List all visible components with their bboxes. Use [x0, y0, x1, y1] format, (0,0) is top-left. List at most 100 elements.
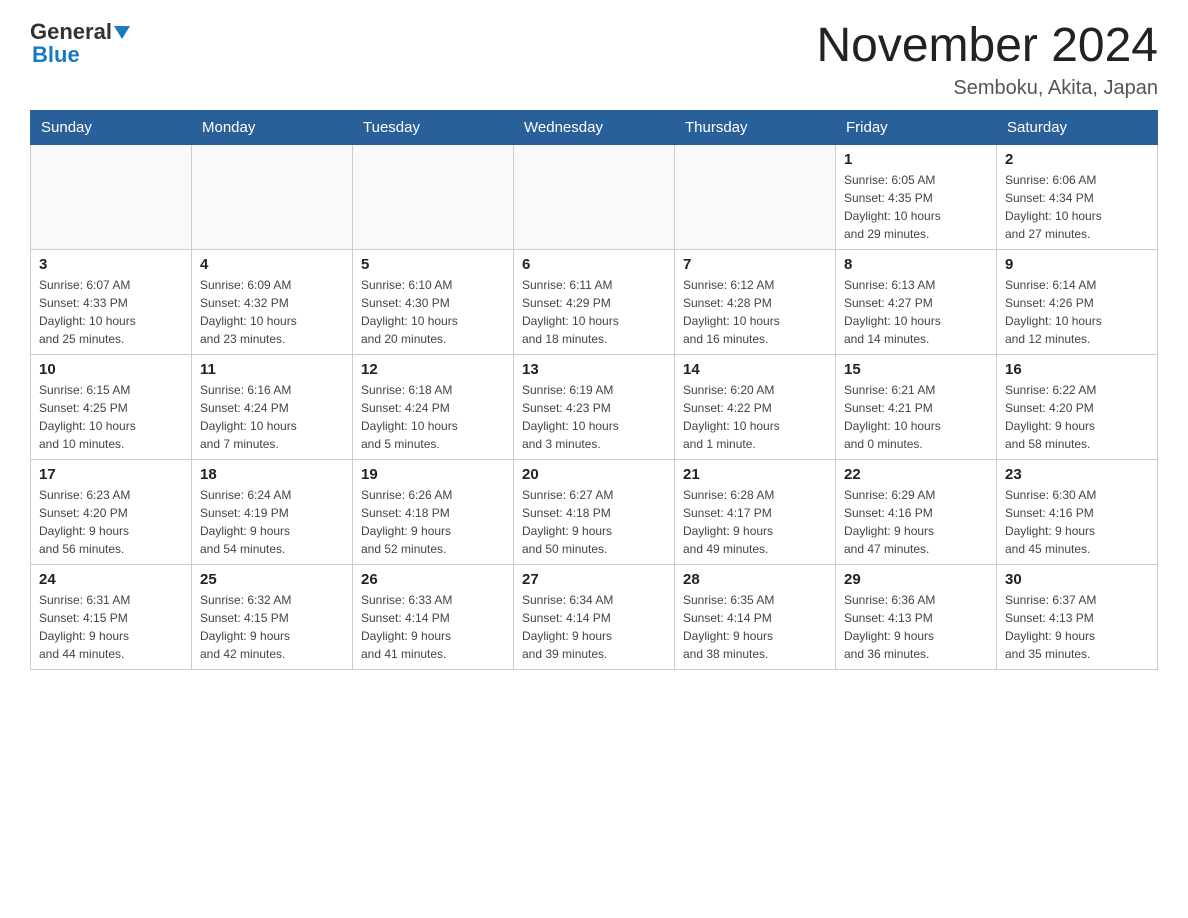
calendar-cell: 19 Sunrise: 6:26 AM Sunset: 4:18 PM Dayli…: [353, 459, 514, 564]
day-number: 20: [522, 466, 666, 483]
day-info: Sunrise: 6:15 AM Sunset: 4:25 PM Dayligh…: [39, 381, 183, 453]
day-header-tuesday: Tuesday: [353, 110, 514, 144]
day-number: 21: [683, 466, 827, 483]
day-number: 12: [361, 361, 505, 378]
calendar-cell: 23Sunrise: 6:30 AM Sunset: 4:16 PM Dayli…: [997, 459, 1158, 564]
calendar-cell: 24Sunrise: 6:31 AM Sunset: 4:15 PM Dayli…: [31, 564, 192, 669]
day-number: 5: [361, 256, 505, 273]
calendar-cell: 25 Sunrise: 6:32 AM Sunset: 4:15 PM Dayli…: [192, 564, 353, 669]
calendar-cell: 2 Sunrise: 6:06 AM Sunset: 4:34 PM Daylig…: [997, 144, 1158, 249]
week-row-5: 24Sunrise: 6:31 AM Sunset: 4:15 PM Dayli…: [31, 564, 1158, 669]
day-info: Sunrise: 6:09 AM Sunset: 4:32 PM Dayligh…: [200, 276, 344, 348]
day-number: 14: [683, 361, 827, 378]
day-number: 28: [683, 571, 827, 588]
calendar-cell: 12Sunrise: 6:18 AM Sunset: 4:24 PM Dayli…: [353, 354, 514, 459]
calendar-cell: 16Sunrise: 6:22 AM Sunset: 4:20 PM Dayli…: [997, 354, 1158, 459]
day-header-monday: Monday: [192, 110, 353, 144]
header: General Blue November 2024 Semboku, Akit…: [30, 20, 1158, 100]
day-header-sunday: Sunday: [31, 110, 192, 144]
day-number: 25: [200, 571, 344, 588]
day-number: 17: [39, 466, 183, 483]
day-info: Sunrise: 6:27 AM Sunset: 4:18 PM Dayligh…: [522, 486, 666, 558]
day-info: Sunrise: 6:16 AM Sunset: 4:24 PM Dayligh…: [200, 381, 344, 453]
logo-text-blue: Blue: [30, 42, 80, 68]
day-info: Sunrise: 6:19 AM Sunset: 4:23 PM Dayligh…: [522, 381, 666, 453]
logo: General Blue: [30, 20, 130, 68]
day-number: 7: [683, 256, 827, 273]
day-info: Sunrise: 6:13 AM Sunset: 4:27 PM Dayligh…: [844, 276, 988, 348]
day-info: Sunrise: 6:20 AM Sunset: 4:22 PM Dayligh…: [683, 381, 827, 453]
day-number: 3: [39, 256, 183, 273]
week-row-1: 1 Sunrise: 6:05 AM Sunset: 4:35 PM Daylig…: [31, 144, 1158, 249]
day-info: Sunrise: 6:28 AM Sunset: 4:17 PM Dayligh…: [683, 486, 827, 558]
day-number: 19: [361, 466, 505, 483]
day-number: 24: [39, 571, 183, 588]
day-number: 2: [1005, 151, 1149, 168]
logo-text-general: General: [30, 20, 112, 44]
calendar-cell: [514, 144, 675, 249]
day-number: 6: [522, 256, 666, 273]
calendar-cell: 20 Sunrise: 6:27 AM Sunset: 4:18 PM Dayli…: [514, 459, 675, 564]
day-header-wednesday: Wednesday: [514, 110, 675, 144]
calendar-header-row: SundayMondayTuesdayWednesdayThursdayFrid…: [31, 110, 1158, 144]
calendar-cell: 10 Sunrise: 6:15 AM Sunset: 4:25 PM Dayli…: [31, 354, 192, 459]
title-area: November 2024 Semboku, Akita, Japan: [816, 20, 1158, 100]
week-row-4: 17 Sunrise: 6:23 AM Sunset: 4:20 PM Dayli…: [31, 459, 1158, 564]
calendar-cell: 5 Sunrise: 6:10 AM Sunset: 4:30 PM Daylig…: [353, 249, 514, 354]
day-number: 29: [844, 571, 988, 588]
calendar-cell: 7 Sunrise: 6:12 AM Sunset: 4:28 PM Daylig…: [675, 249, 836, 354]
calendar-cell: 13Sunrise: 6:19 AM Sunset: 4:23 PM Dayli…: [514, 354, 675, 459]
day-header-friday: Friday: [836, 110, 997, 144]
day-info: Sunrise: 6:10 AM Sunset: 4:30 PM Dayligh…: [361, 276, 505, 348]
day-header-thursday: Thursday: [675, 110, 836, 144]
day-info: Sunrise: 6:21 AM Sunset: 4:21 PM Dayligh…: [844, 381, 988, 453]
calendar-cell: 3 Sunrise: 6:07 AM Sunset: 4:33 PM Daylig…: [31, 249, 192, 354]
calendar-cell: 14 Sunrise: 6:20 AM Sunset: 4:22 PM Dayli…: [675, 354, 836, 459]
calendar-cell: [675, 144, 836, 249]
day-number: 4: [200, 256, 344, 273]
day-number: 8: [844, 256, 988, 273]
week-row-2: 3 Sunrise: 6:07 AM Sunset: 4:33 PM Daylig…: [31, 249, 1158, 354]
calendar-cell: 21 Sunrise: 6:28 AM Sunset: 4:17 PM Dayli…: [675, 459, 836, 564]
calendar-cell: 8 Sunrise: 6:13 AM Sunset: 4:27 PM Daylig…: [836, 249, 997, 354]
day-number: 11: [200, 361, 344, 378]
day-info: Sunrise: 6:07 AM Sunset: 4:33 PM Dayligh…: [39, 276, 183, 348]
day-info: Sunrise: 6:26 AM Sunset: 4:18 PM Dayligh…: [361, 486, 505, 558]
day-number: 27: [522, 571, 666, 588]
day-info: Sunrise: 6:23 AM Sunset: 4:20 PM Dayligh…: [39, 486, 183, 558]
calendar-cell: 26Sunrise: 6:33 AM Sunset: 4:14 PM Dayli…: [353, 564, 514, 669]
calendar-subtitle: Semboku, Akita, Japan: [816, 77, 1158, 100]
calendar-cell: 22 Sunrise: 6:29 AM Sunset: 4:16 PM Dayli…: [836, 459, 997, 564]
logo-triangle-icon: [114, 26, 130, 39]
week-row-3: 10 Sunrise: 6:15 AM Sunset: 4:25 PM Dayli…: [31, 354, 1158, 459]
day-info: Sunrise: 6:14 AM Sunset: 4:26 PM Dayligh…: [1005, 276, 1149, 348]
calendar-cell: 1 Sunrise: 6:05 AM Sunset: 4:35 PM Daylig…: [836, 144, 997, 249]
day-number: 26: [361, 571, 505, 588]
day-number: 15: [844, 361, 988, 378]
day-number: 10: [39, 361, 183, 378]
day-info: Sunrise: 6:35 AM Sunset: 4:14 PM Dayligh…: [683, 591, 827, 663]
day-number: 22: [844, 466, 988, 483]
day-info: Sunrise: 6:06 AM Sunset: 4:34 PM Dayligh…: [1005, 171, 1149, 243]
calendar-cell: 4 Sunrise: 6:09 AM Sunset: 4:32 PM Daylig…: [192, 249, 353, 354]
day-info: Sunrise: 6:24 AM Sunset: 4:19 PM Dayligh…: [200, 486, 344, 558]
calendar-cell: [353, 144, 514, 249]
day-number: 1: [844, 151, 988, 168]
day-info: Sunrise: 6:37 AM Sunset: 4:13 PM Dayligh…: [1005, 591, 1149, 663]
calendar-table: SundayMondayTuesdayWednesdayThursdayFrid…: [30, 110, 1158, 670]
calendar-cell: [31, 144, 192, 249]
day-info: Sunrise: 6:11 AM Sunset: 4:29 PM Dayligh…: [522, 276, 666, 348]
day-header-saturday: Saturday: [997, 110, 1158, 144]
day-info: Sunrise: 6:30 AM Sunset: 4:16 PM Dayligh…: [1005, 486, 1149, 558]
day-info: Sunrise: 6:05 AM Sunset: 4:35 PM Dayligh…: [844, 171, 988, 243]
day-info: Sunrise: 6:12 AM Sunset: 4:28 PM Dayligh…: [683, 276, 827, 348]
day-info: Sunrise: 6:29 AM Sunset: 4:16 PM Dayligh…: [844, 486, 988, 558]
calendar-cell: [192, 144, 353, 249]
calendar-cell: 29Sunrise: 6:36 AM Sunset: 4:13 PM Dayli…: [836, 564, 997, 669]
day-info: Sunrise: 6:32 AM Sunset: 4:15 PM Dayligh…: [200, 591, 344, 663]
day-number: 9: [1005, 256, 1149, 273]
calendar-cell: 17 Sunrise: 6:23 AM Sunset: 4:20 PM Dayli…: [31, 459, 192, 564]
calendar-cell: 15 Sunrise: 6:21 AM Sunset: 4:21 PM Dayli…: [836, 354, 997, 459]
calendar-cell: 30Sunrise: 6:37 AM Sunset: 4:13 PM Dayli…: [997, 564, 1158, 669]
calendar-cell: 27Sunrise: 6:34 AM Sunset: 4:14 PM Dayli…: [514, 564, 675, 669]
